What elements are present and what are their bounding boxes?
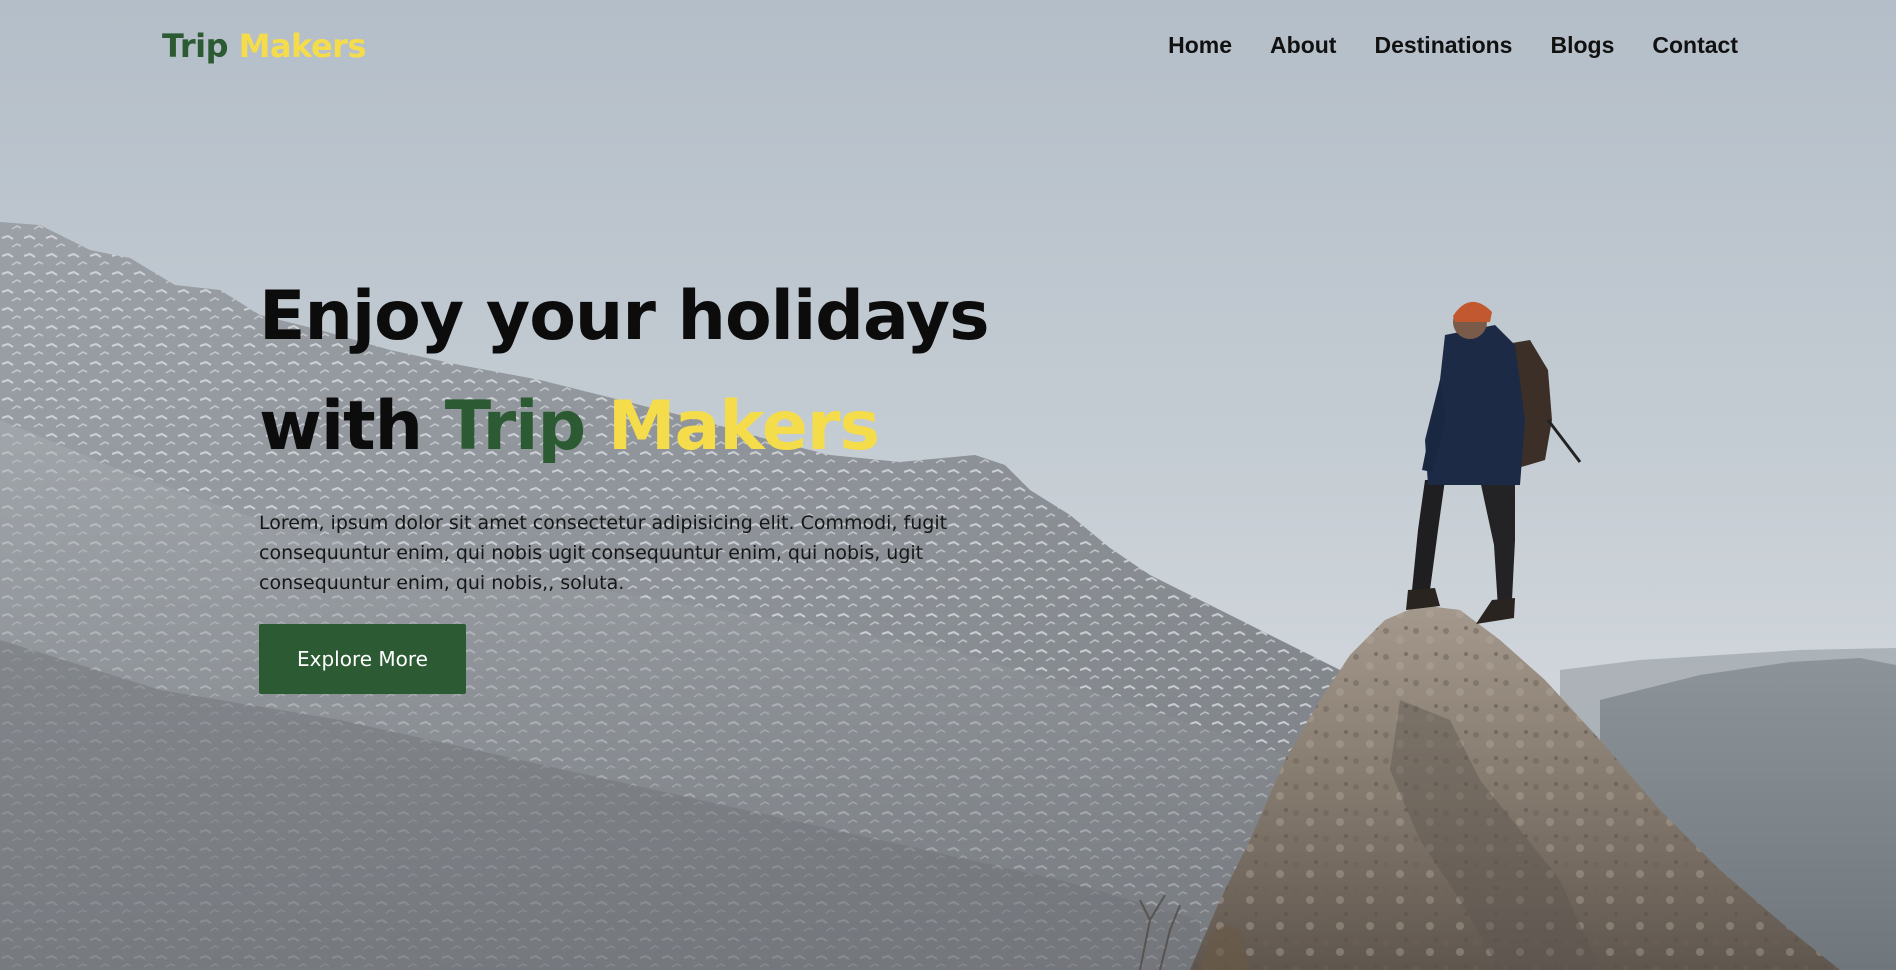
- hero-title: Enjoy your holidays with Trip Makers: [259, 262, 1099, 482]
- nav-link-contact[interactable]: Contact: [1652, 30, 1738, 60]
- hero-description: Lorem, ipsum dolor sit amet consectetur …: [259, 512, 948, 594]
- nav-link-blogs[interactable]: Blogs: [1550, 30, 1614, 60]
- brand-logo[interactable]: Trip Makers: [162, 26, 367, 66]
- nav-link-about[interactable]: About: [1270, 30, 1336, 60]
- nav-menu: Home About Destinations Blogs Contact: [1168, 30, 1738, 60]
- hero-title-line1: Enjoy your holidays: [259, 277, 990, 356]
- nav-link-destinations[interactable]: Destinations: [1374, 30, 1512, 60]
- logo-word-trip: Trip: [162, 27, 228, 65]
- hero-title-brand-trip: Trip: [444, 387, 586, 466]
- explore-more-button[interactable]: Explore More: [259, 624, 466, 694]
- logo-word-makers: Makers: [238, 27, 367, 65]
- hero-title-with: with: [259, 387, 423, 466]
- nav-link-home[interactable]: Home: [1168, 30, 1232, 60]
- hero-section: Enjoy your holidays with Trip Makers Lor…: [259, 262, 1099, 694]
- hero-title-brand-makers: Makers: [607, 387, 880, 466]
- navbar: Trip Makers Home About Destinations Blog…: [0, 0, 1896, 92]
